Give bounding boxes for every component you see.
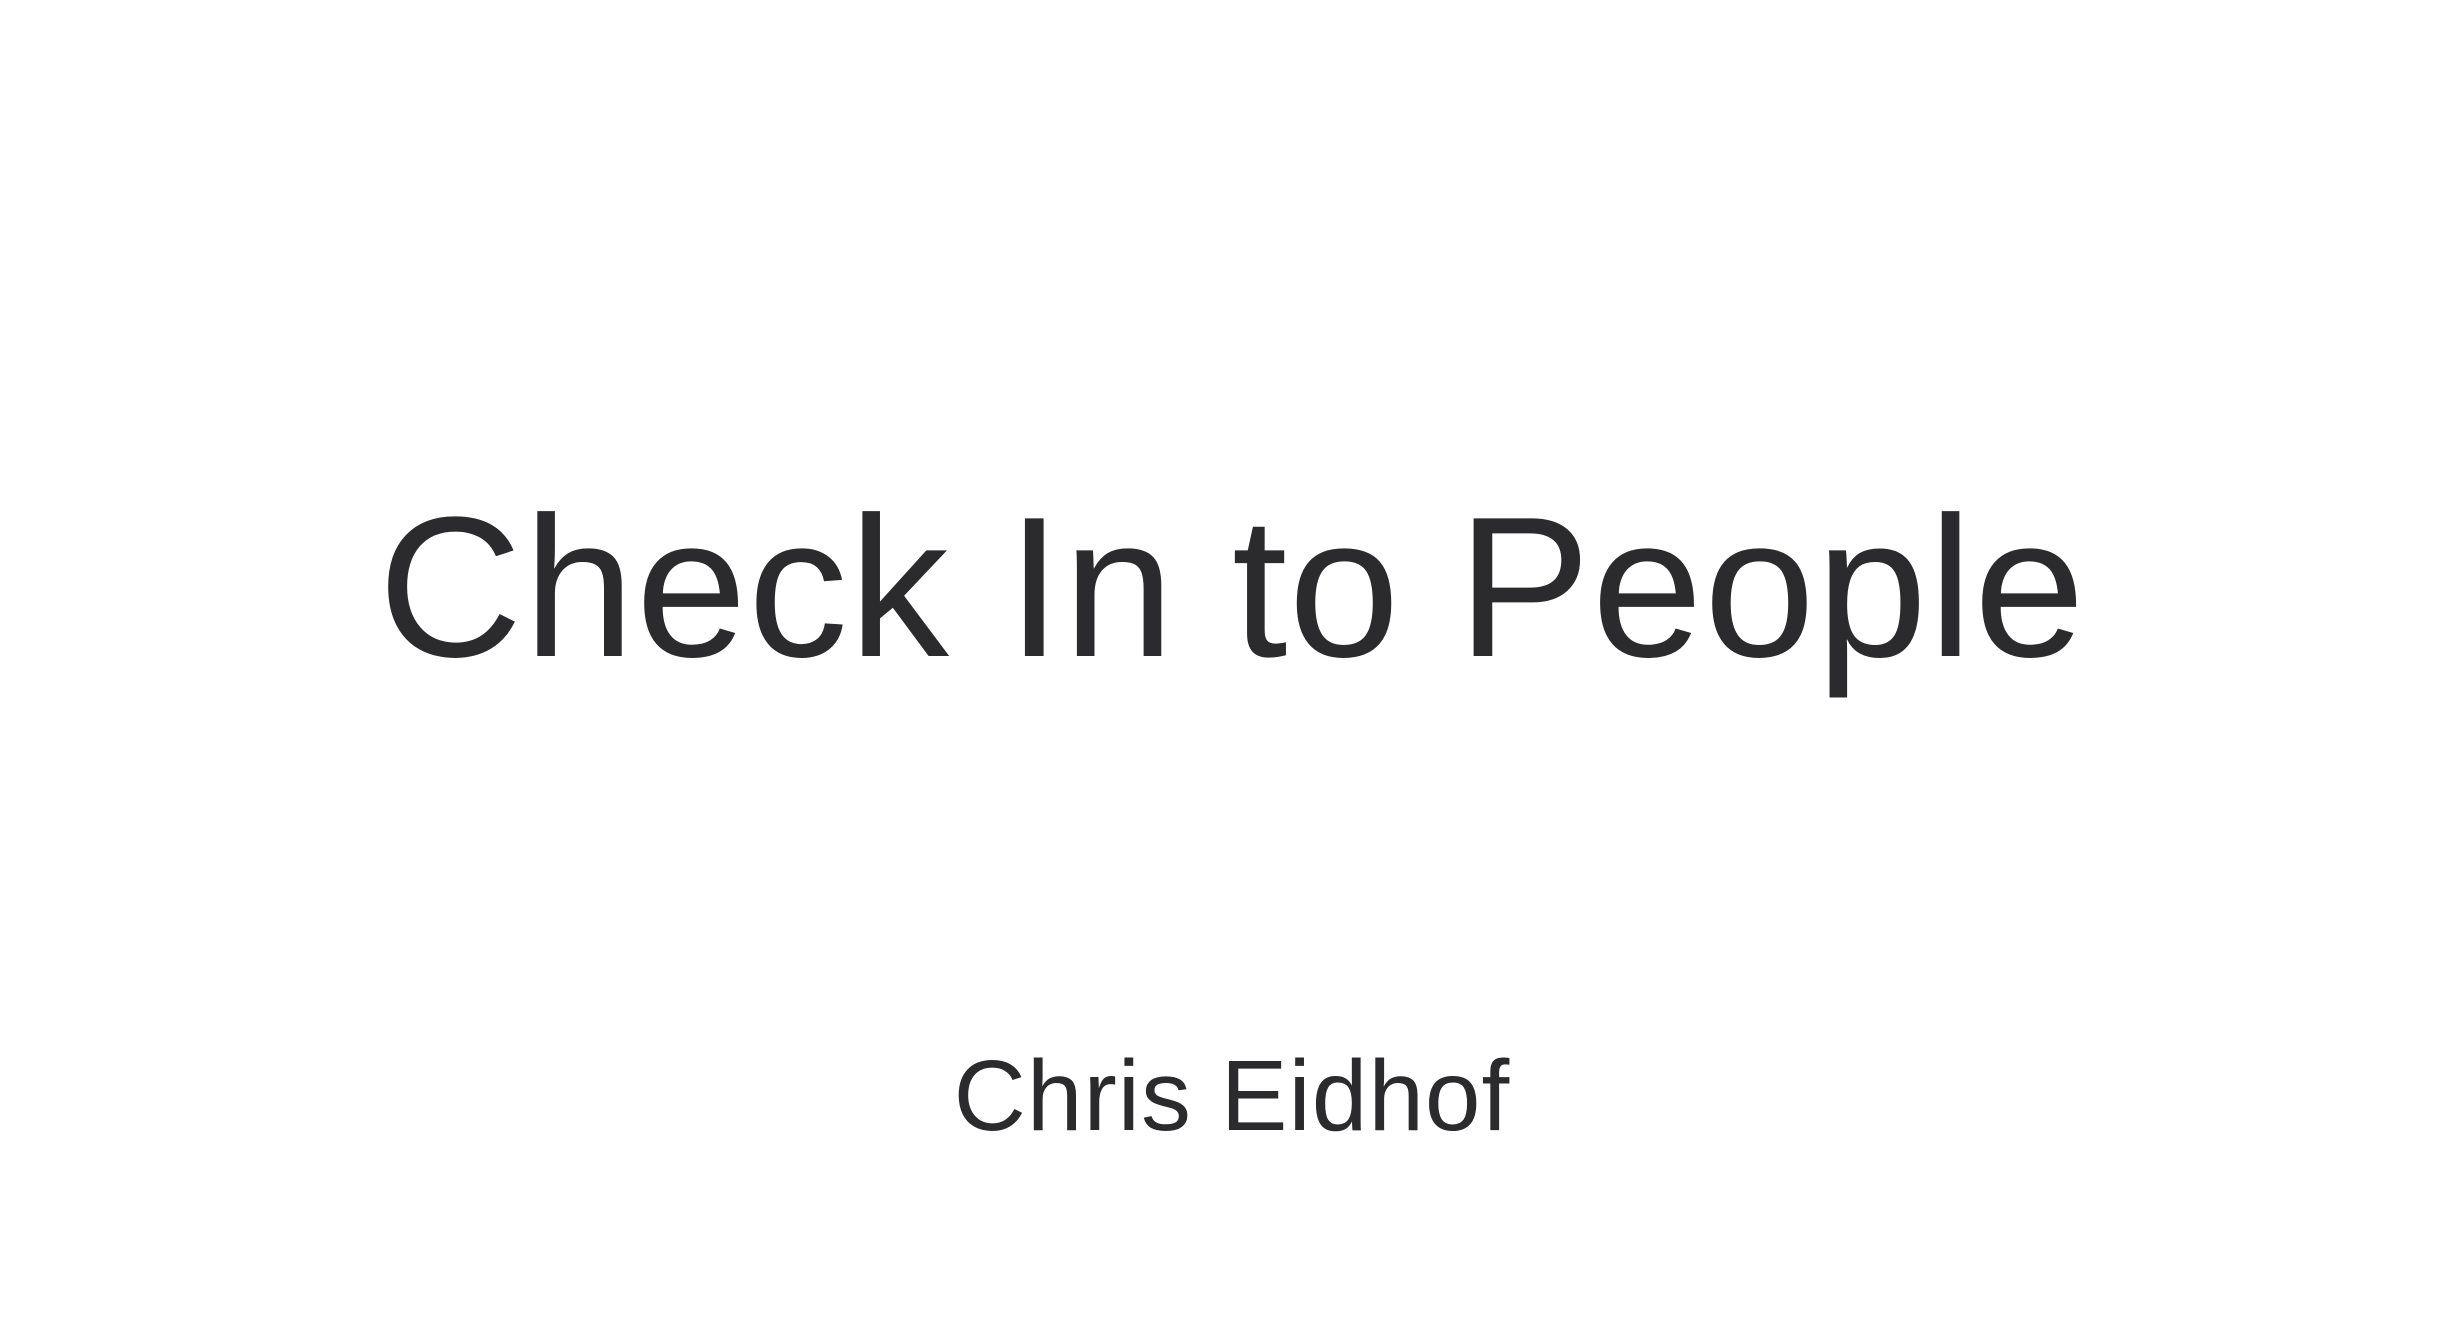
slide-author: Chris Eidhof (953, 1040, 1511, 1152)
presentation-slide: Check In to People Chris Eidhof (0, 0, 2464, 1324)
slide-title: Check In to People (378, 476, 2086, 699)
